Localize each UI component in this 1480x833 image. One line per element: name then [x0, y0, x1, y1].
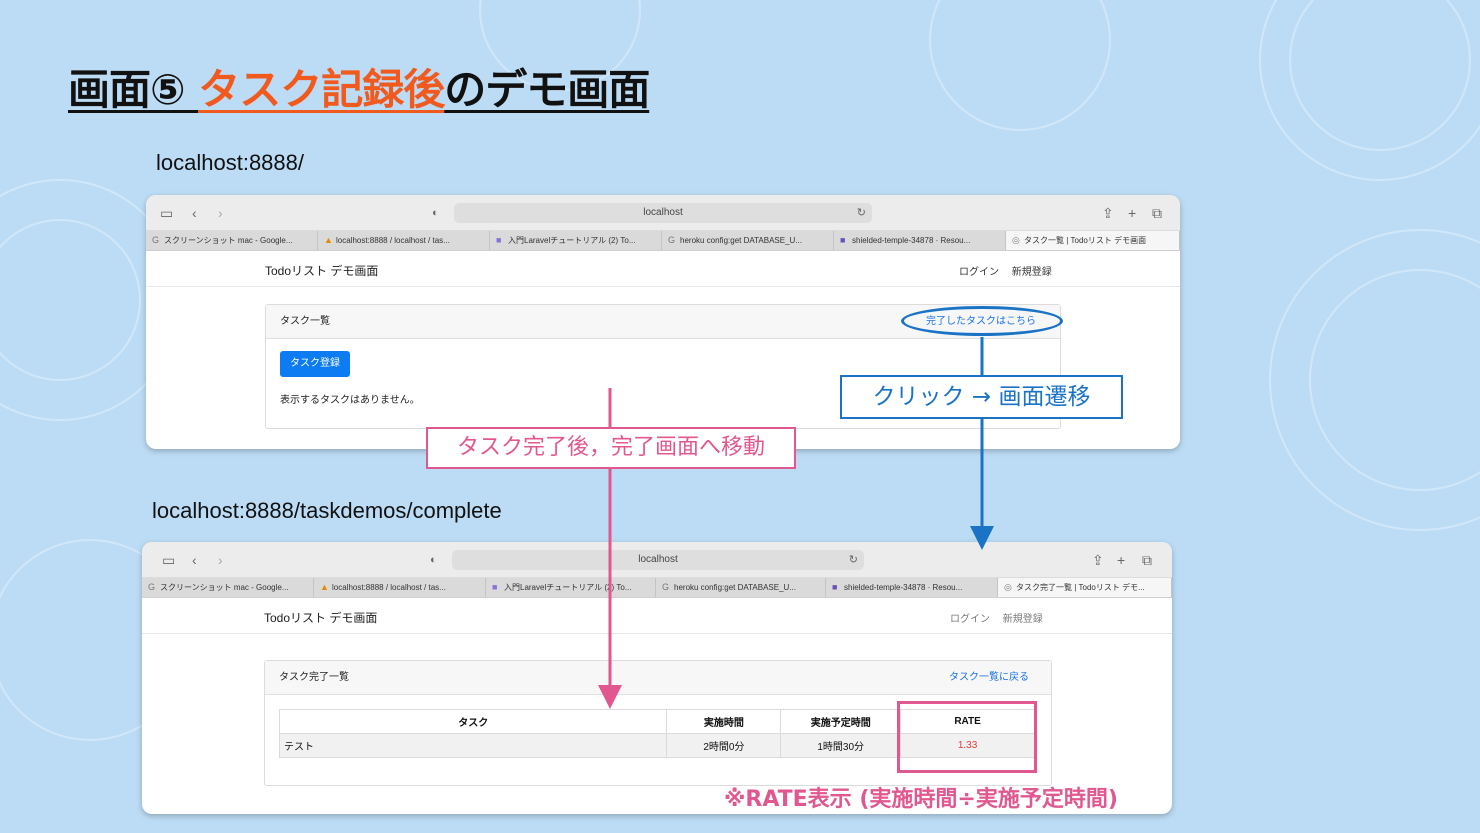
cell-task: テスト [278, 733, 668, 758]
completed-link-highlight [901, 306, 1063, 336]
privacy-shield-icon[interactable]: ◐ [430, 551, 437, 569]
app-navbar: Todoリスト デモ画面 ログイン 新規登録 [146, 251, 1180, 287]
add-task-button[interactable]: タスク登録 [280, 351, 350, 377]
sidebar-toggle-icon[interactable]: ▭ [162, 551, 175, 569]
share-icon[interactable]: ⇪ [1092, 551, 1104, 569]
back-to-list-link[interactable]: タスク一覧に戻る [949, 661, 1029, 695]
laravel-doc-icon: ■ [496, 235, 502, 245]
browser-window-complete: ▭ ‹ › ◐ localhost ↻ ⇪ + ⧉ G スクリーンショット mac… [142, 542, 1172, 814]
slide-title-suffix: のデモ画面 [444, 65, 650, 114]
tab-phpmyadmin[interactable]: ▲ localhost:8888 / localhost / tas... [318, 231, 490, 250]
card-title: タスク一覧 [280, 316, 330, 327]
move-to-complete-callout: タスク完了後，完了画面へ移動 [426, 427, 796, 469]
tab-heroku-search[interactable]: Gheroku config:get DATABASE_U... [662, 231, 834, 250]
empty-message: 表示するタスクはありません。 [280, 395, 420, 406]
reload-icon[interactable]: ↻ [857, 203, 866, 223]
address-text: localhost [638, 554, 678, 565]
slide-title-accent: タスク記録後 [198, 65, 445, 114]
tab-google[interactable]: G スクリーンショット mac - Google... [142, 578, 314, 597]
google-icon: G [668, 235, 676, 245]
rate-note: ※RATE表示 (実施時間÷実施予定時間) [724, 787, 1118, 812]
forward-icon[interactable]: › [218, 551, 223, 569]
heroku-icon: ■ [840, 235, 846, 245]
globe-icon: ◎ [1004, 582, 1012, 592]
tab-laravel-doc[interactable]: ■ 入門Laravelチュートリアル (2) To... [490, 231, 662, 250]
globe-icon: ◎ [1012, 235, 1020, 245]
new-tab-icon[interactable]: + [1128, 204, 1136, 222]
google-icon: G [662, 582, 670, 592]
cell-actual-time: 2時間0分 [666, 733, 782, 758]
nav-links: ログイン 新規登録 [949, 263, 1052, 278]
tab-phpmyadmin[interactable]: ▲ localhost:8888 / localhost / tas... [314, 578, 486, 597]
click-transition-callout: クリック → 画面遷移 [840, 375, 1123, 419]
tab-heroku-search[interactable]: Gheroku config:get DATABASE_U... [656, 578, 826, 597]
tab-bar: G スクリーンショット mac - Google... ▲ localhost:88… [146, 231, 1180, 251]
laravel-doc-icon: ■ [492, 582, 498, 592]
app-navbar: Todoリスト デモ画面 ログイン 新規登録 [142, 598, 1172, 634]
address-text: localhost [643, 207, 683, 218]
sidebar-toggle-icon[interactable]: ▭ [160, 204, 173, 222]
url-label-before: localhost:8888/ [156, 150, 304, 175]
tab-overview-icon[interactable]: ⧉ [1152, 204, 1162, 222]
google-icon: G [152, 235, 160, 245]
forward-icon[interactable]: › [218, 204, 223, 222]
privacy-shield-icon[interactable]: ◐ [432, 204, 439, 222]
google-icon: G [148, 582, 156, 592]
tab-active-complete[interactable]: ◎ タスク完了一覧 | Todoリスト デモ... [998, 578, 1172, 597]
browser-toolbar: ▭ ‹ › ◐ localhost ↻ ⇪ + ⧉ [142, 542, 1172, 578]
register-link[interactable]: 新規登録 [1003, 614, 1043, 625]
tab-overview-icon[interactable]: ⧉ [1142, 551, 1152, 569]
heroku-icon: ■ [832, 582, 838, 592]
login-link[interactable]: ログイン [950, 614, 990, 625]
share-icon[interactable]: ⇪ [1102, 204, 1114, 222]
tab-google[interactable]: G スクリーンショット mac - Google... [146, 231, 318, 250]
col-header-task: タスク [278, 709, 668, 734]
app-brand[interactable]: Todoリスト デモ画面 [265, 262, 378, 279]
slide-title: 画面⑤ タスク記録後のデモ画面 [68, 56, 650, 117]
tab-heroku[interactable]: ■ shielded-temple-34878 · Resou... [834, 231, 1006, 250]
col-header-actual-time: 実施時間 [666, 709, 782, 734]
reload-icon[interactable]: ↻ [849, 550, 858, 570]
col-header-planned-time: 実施予定時間 [780, 709, 902, 734]
slide-title-prefix: 画面⑤ [68, 65, 199, 114]
browser-toolbar: ▭ ‹ › ◐ localhost ↻ ⇪ + ⧉ [146, 195, 1180, 231]
address-bar[interactable]: localhost ↻ [454, 203, 872, 223]
tab-active-task-list[interactable]: ◎ タスク一覧 | Todoリスト デモ画面 [1006, 231, 1180, 250]
app-brand[interactable]: Todoリスト デモ画面 [264, 609, 377, 626]
back-icon[interactable]: ‹ [192, 551, 197, 569]
login-link[interactable]: ログイン [959, 267, 999, 278]
card-title: タスク完了一覧 [279, 672, 349, 683]
rate-highlight-box [897, 701, 1037, 773]
back-icon[interactable]: ‹ [192, 204, 197, 222]
tab-heroku[interactable]: ■ shielded-temple-34878 · Resou... [826, 578, 998, 597]
tab-laravel-doc[interactable]: ■ 入門Laravelチュートリアル (2) To... [486, 578, 656, 597]
register-link[interactable]: 新規登録 [1012, 267, 1052, 278]
phpmyadmin-icon: ▲ [320, 582, 329, 592]
tab-bar: G スクリーンショット mac - Google... ▲ localhost:88… [142, 578, 1172, 598]
nav-links: ログイン 新規登録 [940, 610, 1043, 625]
new-tab-icon[interactable]: + [1117, 551, 1125, 569]
card-header: タスク完了一覧 タスク一覧に戻る [265, 661, 1051, 695]
cell-planned-time: 1時間30分 [780, 733, 902, 758]
phpmyadmin-icon: ▲ [324, 235, 333, 245]
address-bar[interactable]: localhost ↻ [452, 550, 864, 570]
url-label-after: localhost:8888/taskdemos/complete [152, 498, 502, 523]
